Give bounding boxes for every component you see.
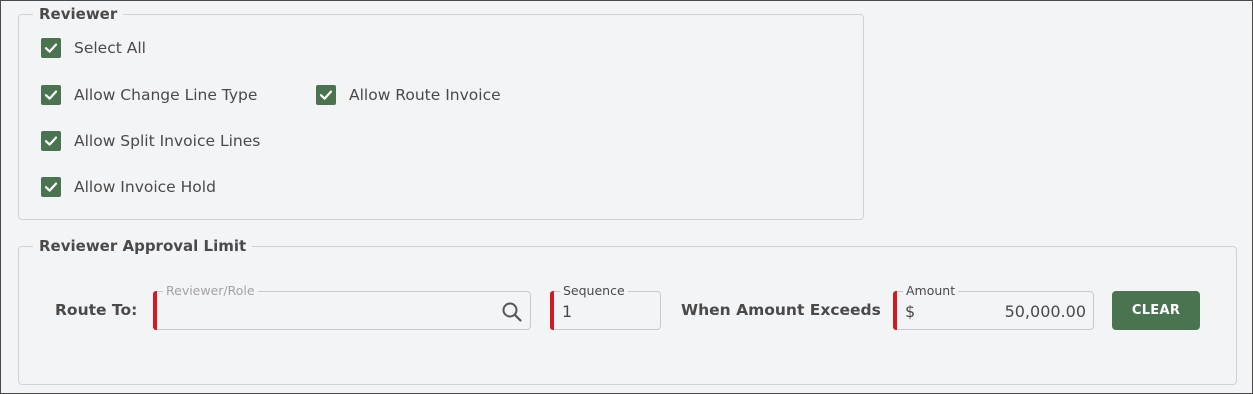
check-icon [44, 182, 58, 192]
amount-label: Amount [903, 283, 959, 299]
reviewer-approval-limit-title: Reviewer Approval Limit [39, 237, 247, 255]
check-icon [44, 136, 58, 146]
allow-split-invoice-lines-label: Allow Split Invoice Lines [74, 132, 261, 150]
required-indicator [893, 291, 897, 330]
check-icon [319, 90, 333, 100]
checkbox-checked[interactable] [41, 38, 61, 58]
allow-invoice-hold-checkbox[interactable]: Allow Invoice Hold [41, 177, 216, 197]
sequence-field[interactable]: Sequence 1 [550, 283, 661, 330]
sequence-label: Sequence [560, 283, 628, 299]
reviewer-role-label: Reviewer/Role [163, 283, 258, 299]
sequence-value[interactable]: 1 [562, 302, 572, 321]
allow-invoice-hold-label: Allow Invoice Hold [74, 178, 216, 196]
checkbox-checked[interactable] [41, 85, 61, 105]
currency-symbol: $ [905, 302, 916, 321]
amount-value[interactable]: 50,000.00 [1005, 302, 1086, 321]
reviewer-section-title: Reviewer [39, 5, 118, 23]
allow-change-line-type-checkbox[interactable]: Allow Change Line Type [41, 85, 257, 105]
check-icon [44, 43, 58, 53]
select-all-checkbox[interactable]: Select All [41, 38, 146, 58]
route-to-label: Route To: [55, 301, 138, 319]
select-all-label: Select All [74, 39, 146, 57]
when-amount-exceeds-label: When Amount Exceeds [681, 301, 881, 319]
check-icon [44, 90, 58, 100]
required-indicator [550, 291, 554, 330]
clear-button[interactable]: CLEAR [1112, 291, 1200, 330]
required-indicator [153, 291, 157, 330]
allow-split-invoice-lines-checkbox[interactable]: Allow Split Invoice Lines [41, 131, 260, 151]
checkbox-checked[interactable] [41, 177, 61, 197]
allow-route-invoice-checkbox[interactable]: Allow Route Invoice [316, 85, 501, 105]
reviewer-role-field[interactable]: Reviewer/Role [153, 283, 531, 330]
search-icon[interactable] [501, 301, 523, 323]
amount-field[interactable]: Amount $ 50,000.00 [893, 283, 1094, 330]
allow-route-invoice-label: Allow Route Invoice [349, 86, 501, 104]
checkbox-checked[interactable] [316, 85, 336, 105]
checkbox-checked[interactable] [41, 131, 61, 151]
reviewer-settings-panel: Reviewer Select All Allow Change Line Ty… [0, 0, 1253, 394]
allow-change-line-type-label: Allow Change Line Type [74, 86, 258, 104]
